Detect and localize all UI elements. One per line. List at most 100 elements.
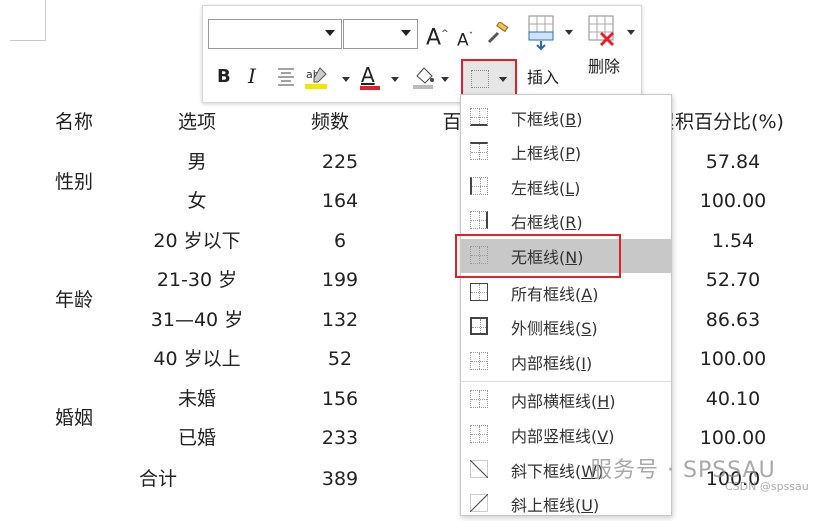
shrink-font-icon[interactable]: Aˇ [457, 26, 473, 52]
label-text: 内部竖框线( [511, 427, 598, 446]
menu-item-inside-borders[interactable]: 内部框线(I) [461, 345, 671, 379]
font-name-combo[interactable] [208, 19, 342, 49]
chevron-down-icon[interactable] [441, 77, 449, 82]
row-option: 20 岁以下 [153, 230, 241, 252]
group-marital: 婚姻 [54, 407, 94, 429]
menu-item-bottom-border[interactable]: 下框线(B) [461, 101, 671, 135]
group-gender: 性别 [54, 171, 94, 193]
font-color-button[interactable]: A [361, 64, 375, 86]
menu-item-label: 左框线(L) [511, 175, 580, 199]
border-none-icon [471, 70, 489, 88]
row-cumulative: 100.00 [699, 427, 767, 449]
menu-item-diagonal-up[interactable]: 斜上框线(U) [461, 487, 671, 521]
menu-item-top-border[interactable]: 上框线(P) [461, 135, 671, 169]
row-cumulative: 86.63 [705, 309, 761, 331]
left-border-icon [470, 177, 488, 195]
row-cumulative: 1.54 [711, 230, 755, 252]
menu-item-label: 上框线(P) [511, 140, 581, 164]
menu-item-all-borders[interactable]: 所有框线(A) [461, 276, 671, 310]
row-frequency: 6 [333, 230, 347, 252]
inside-vertical-icon [470, 425, 488, 443]
highlight-color-bar [305, 84, 327, 89]
row-option: 男 [187, 151, 207, 173]
menu-item-label: 内部横框线(H) [511, 388, 616, 412]
menu-item-inside-horizontal[interactable]: 内部横框线(H) [461, 383, 671, 417]
total-frequency: 389 [321, 468, 359, 490]
row-option: 未婚 [177, 388, 217, 410]
label-key: B [565, 110, 577, 129]
align-center-icon[interactable] [276, 66, 296, 90]
chevron-down-icon[interactable] [499, 77, 507, 82]
row-frequency: 233 [321, 427, 359, 449]
bold-button[interactable]: B [217, 66, 231, 88]
all-borders-icon [470, 283, 488, 301]
table-insert-icon[interactable] [528, 15, 562, 55]
row-option: 女 [187, 190, 207, 212]
menu-separator [461, 381, 671, 382]
row-frequency: 199 [321, 269, 359, 291]
shading-icon[interactable] [412, 64, 436, 94]
label-key: P [565, 144, 575, 163]
label-text: 斜上框线( [511, 496, 582, 515]
group-age: 年龄 [54, 289, 94, 311]
label-key: A [581, 285, 593, 304]
menu-item-left-border[interactable]: 左框线(L) [461, 170, 671, 204]
label-text: 右框线( [511, 213, 566, 232]
menu-item-label: 所有框线(A) [511, 281, 598, 305]
italic-button[interactable]: I [248, 65, 256, 87]
label-key: R [565, 213, 577, 232]
label-key: V [597, 427, 609, 446]
label-text: 内部横框线( [511, 392, 598, 411]
shrink-font-glyph: A [457, 30, 469, 51]
menu-item-right-border[interactable]: 右框线(R) [461, 204, 671, 238]
row-frequency: 156 [321, 388, 359, 410]
row-frequency: 225 [321, 151, 359, 173]
chevron-down-icon[interactable] [391, 77, 399, 82]
insert-label[interactable]: 插入 [527, 64, 559, 88]
table-delete-icon[interactable] [588, 15, 622, 55]
menu-item-label: 下框线(B) [511, 106, 582, 130]
mini-toolbar: A^ Aˇ 插入 删除 B I ab A [202, 5, 642, 103]
menu-item-label: 外侧框线(S) [511, 315, 598, 339]
menu-item-inside-vertical[interactable]: 内部竖框线(V) [461, 418, 671, 452]
chevron-down-icon[interactable] [401, 30, 411, 36]
label-key: S [581, 319, 592, 338]
borders-button[interactable] [461, 59, 517, 99]
row-frequency: 132 [321, 309, 359, 331]
chevron-down-icon[interactable] [627, 30, 635, 35]
diagonal-down-icon [469, 459, 489, 482]
label-key: L [565, 179, 575, 198]
diagonal-up-icon [469, 493, 489, 516]
row-cumulative: 57.84 [705, 151, 761, 173]
top-border-icon [470, 142, 488, 160]
delete-label[interactable]: 删除 [588, 53, 620, 77]
label-end: ) [576, 213, 583, 232]
label-text: 外侧框线( [511, 319, 582, 338]
menu-item-label: 内部竖框线(V) [511, 423, 614, 447]
menu-item-label: 内部框线(I) [511, 350, 592, 374]
chevron-down-icon[interactable] [325, 30, 335, 36]
format-painter-icon[interactable] [485, 20, 509, 50]
label-text: 斜下框线( [511, 462, 582, 481]
chevron-down-icon[interactable] [342, 77, 350, 82]
row-cumulative: 52.70 [705, 269, 761, 291]
highlight-icon[interactable]: ab [304, 64, 330, 94]
font-size-combo[interactable] [343, 19, 418, 49]
total-label: 合计 [138, 468, 178, 490]
grow-font-icon[interactable]: A^ [426, 23, 449, 49]
label-end: ) [609, 392, 616, 411]
selection-highlight-box [455, 234, 621, 278]
chevron-down-icon[interactable] [565, 30, 573, 35]
header-cumulative-percent: 累积百分比(%) [656, 111, 784, 133]
row-cumulative: 100.00 [699, 348, 767, 370]
font-color-bar [360, 86, 380, 90]
menu-item-outside-borders[interactable]: 外侧框线(S) [461, 310, 671, 344]
label-end: ) [592, 496, 600, 515]
row-option: 31—40 岁 [150, 309, 244, 331]
label-text: 上框线( [511, 144, 566, 163]
row-frequency: 164 [321, 190, 359, 212]
label-end: ) [574, 179, 581, 198]
header-name: 名称 [54, 111, 94, 133]
label-text: 所有框线( [511, 285, 582, 304]
menu-item-label: 斜上框线(U) [511, 492, 599, 516]
